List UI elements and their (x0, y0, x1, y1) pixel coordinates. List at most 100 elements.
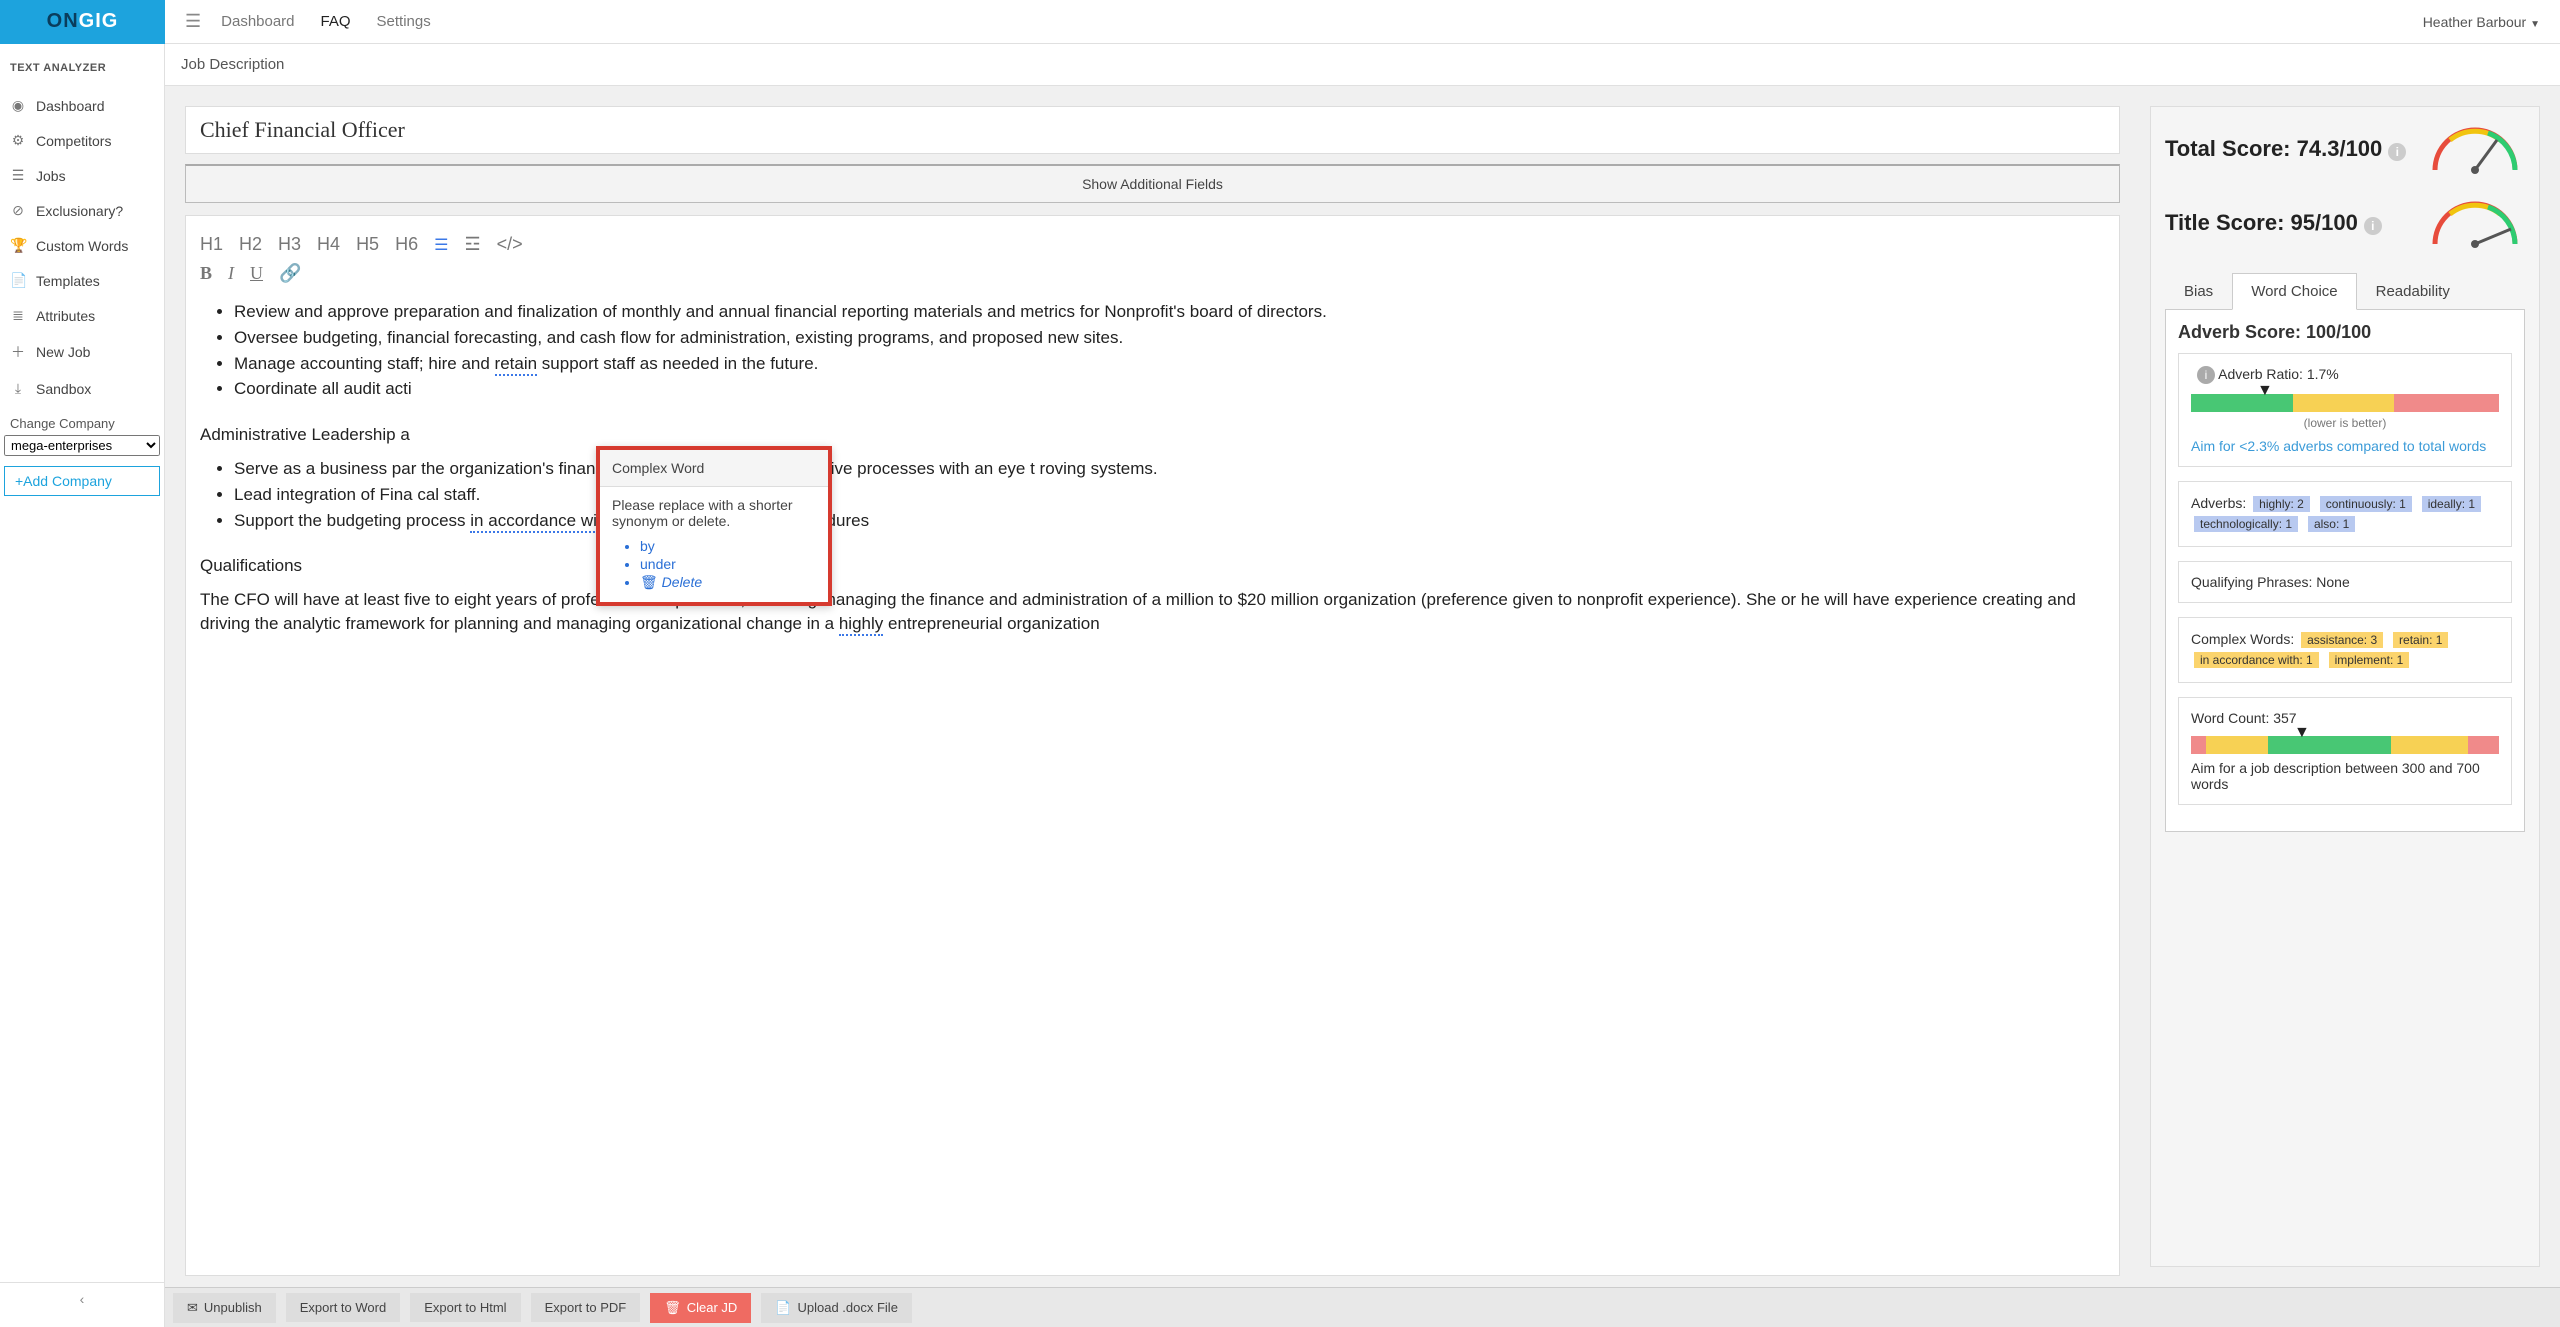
collapse-sidebar-button[interactable]: ‹ (0, 1282, 164, 1315)
link-icon[interactable]: 🔗 (279, 263, 301, 284)
nav-settings[interactable]: Settings (377, 13, 431, 30)
hamburger-icon[interactable]: ☰ (165, 11, 221, 32)
chip[interactable]: assistance: 3 (2301, 632, 2383, 648)
qualifying-card: Qualifying Phrases: None (2178, 561, 2512, 603)
popup-suggestion[interactable]: under (640, 555, 816, 573)
sidebar-item-templates[interactable]: 📄Templates (0, 263, 164, 298)
show-additional-fields-button[interactable]: Show Additional Fields (185, 164, 2120, 203)
word-count-bar: ▼ (2191, 736, 2499, 754)
unpublish-button[interactable]: ✉Unpublish (173, 1293, 276, 1323)
caret-down-icon: ▼ (2530, 19, 2540, 30)
editor-toolbar-row2: B I U 🔗 (200, 261, 2105, 294)
score-column: Total Score: 74.3/100i Title Score: 95/1… (2140, 86, 2560, 1287)
code-icon[interactable]: </> (497, 234, 523, 255)
bullet-item: Manage accounting staff; hire and retain… (234, 352, 2105, 376)
title-score-gauge (2425, 199, 2525, 247)
sidebar-item-competitors[interactable]: ⚙Competitors (0, 123, 164, 158)
user-menu[interactable]: Heather Barbour ▼ (2423, 14, 2540, 30)
bar-pointer-icon: ▼ (2294, 724, 2310, 742)
chip[interactable]: continuously: 1 (2320, 496, 2412, 512)
sidebar-item-custom-words[interactable]: 🏆Custom Words (0, 228, 164, 263)
heading-h6-button[interactable]: H6 (395, 234, 418, 255)
chip[interactable]: retain: 1 (2393, 632, 2448, 648)
sidebar-title: TEXT ANALYZER (0, 56, 164, 88)
heading-h2-button[interactable]: H2 (239, 234, 262, 255)
ordered-list-icon[interactable]: ☲ (464, 234, 480, 255)
top-nav: Dashboard FAQ Settings (221, 13, 431, 30)
nav-faq[interactable]: FAQ (321, 13, 351, 30)
bar-pointer-icon: ▼ (2257, 382, 2273, 400)
flagged-phrase-in-accordance-with[interactable]: in accordance with (470, 511, 611, 533)
bullet-item: Oversee budgeting, financial forecasting… (234, 326, 2105, 350)
editor-box: H1 H2 H3 H4 H5 H6 ☰ ☲ </> B I (185, 215, 2120, 1276)
file-icon: 📄 (775, 1300, 791, 1316)
heading-h3-button[interactable]: H3 (278, 234, 301, 255)
export-html-button[interactable]: Export to Html (410, 1293, 520, 1322)
add-company-button[interactable]: +Add Company (4, 466, 160, 496)
download-icon: ⤓ (10, 380, 26, 397)
adverb-ratio-card: i Adverb Ratio: 1.7% ▼ (lower is better)… (2178, 353, 2512, 467)
change-company-label: Change Company (0, 410, 164, 435)
chip[interactable]: implement: 1 (2329, 652, 2410, 668)
chip[interactable]: also: 1 (2308, 516, 2355, 532)
info-icon[interactable]: i (2388, 143, 2406, 161)
popup-delete-option[interactable]: 🗑 Delete (640, 573, 816, 592)
flagged-word-highly[interactable]: highly (839, 614, 883, 636)
bold-button[interactable]: B (200, 263, 212, 284)
chip[interactable]: technologically: 1 (2194, 516, 2298, 532)
tab-bias[interactable]: Bias (2165, 273, 2232, 310)
trash-icon: 🗑 (664, 1300, 681, 1316)
info-icon[interactable]: i (2364, 217, 2382, 235)
chip[interactable]: highly: 2 (2253, 496, 2310, 512)
block-icon: ⊘ (10, 202, 26, 219)
plus-icon: ＋ (10, 342, 26, 362)
editor-body[interactable]: Review and approve preparation and final… (200, 300, 2105, 636)
italic-button[interactable]: I (228, 263, 234, 284)
adverb-ratio-bar: ▼ (2191, 394, 2499, 412)
bottom-toolbar: ✉Unpublish Export to Word Export to Html… (165, 1287, 2560, 1327)
heading-h1-button[interactable]: H1 (200, 234, 223, 255)
upload-docx-button[interactable]: 📄Upload .docx File (761, 1293, 912, 1323)
sidebar-item-sandbox[interactable]: ⤓Sandbox (0, 371, 164, 406)
sidebar-item-attributes[interactable]: ≣Attributes (0, 298, 164, 333)
underline-button[interactable]: U (250, 263, 263, 284)
score-tabs: Bias Word Choice Readability (2165, 273, 2525, 310)
chip[interactable]: in accordance with: 1 (2194, 652, 2319, 668)
adverb-aim-link[interactable]: Aim for <2.3% adverbs compared to total … (2191, 438, 2499, 454)
editor-toolbar-row1: H1 H2 H3 H4 H5 H6 ☰ ☲ </> (200, 230, 2105, 261)
bullet-item: Lead integration of Fina cal staff. (234, 483, 2105, 507)
export-word-button[interactable]: Export to Word (286, 1293, 400, 1322)
sidebar-item-exclusionary[interactable]: ⊘Exclusionary? (0, 193, 164, 228)
sidebar: TEXT ANALYZER ◉Dashboard ⚙Competitors ☰J… (0, 44, 165, 1327)
heading-h5-button[interactable]: H5 (356, 234, 379, 255)
clear-jd-button[interactable]: 🗑Clear JD (650, 1293, 751, 1323)
popup-suggestion[interactable]: by (640, 537, 816, 555)
sidebar-item-jobs[interactable]: ☰Jobs (0, 158, 164, 193)
job-title-input[interactable]: Chief Financial Officer (185, 106, 2120, 154)
export-pdf-button[interactable]: Export to PDF (531, 1293, 641, 1322)
company-select[interactable]: mega-enterprises (4, 435, 160, 456)
chip[interactable]: ideally: 1 (2422, 496, 2481, 512)
bar-caption: (lower is better) (2191, 416, 2499, 430)
section-heading: Administrative Leadership a (200, 423, 2105, 447)
sidebar-item-dashboard[interactable]: ◉Dashboard (0, 88, 164, 123)
nav-dashboard[interactable]: Dashboard (221, 13, 294, 30)
flagged-word-retain[interactable]: retain (495, 354, 538, 376)
mail-icon: ✉ (187, 1300, 198, 1316)
brand-logo[interactable]: ONGIG (0, 0, 165, 44)
chevron-left-icon: ‹ (80, 1291, 85, 1307)
tab-word-choice[interactable]: Word Choice (2232, 273, 2356, 310)
total-score-label: Total Score: 74.3/100i (2165, 136, 2406, 162)
info-icon[interactable]: i (2197, 366, 2215, 384)
trophy-icon: 🏆 (10, 237, 26, 254)
title-score-label: Title Score: 95/100i (2165, 210, 2382, 236)
bullet-item: Review and approve preparation and final… (234, 300, 2105, 324)
word-choice-panel: Adverb Score: 100/100 i Adverb Ratio: 1.… (2165, 309, 2525, 832)
sidebar-item-new-job[interactable]: ＋New Job (0, 333, 164, 371)
people-icon: ⚙ (10, 132, 26, 149)
section-heading: Qualifications (200, 554, 2105, 578)
word-count-card: Word Count: 357 ▼ Aim for a job descript… (2178, 697, 2512, 805)
heading-h4-button[interactable]: H4 (317, 234, 340, 255)
bullet-list-icon[interactable]: ☰ (434, 235, 448, 255)
tab-readability[interactable]: Readability (2357, 273, 2469, 310)
